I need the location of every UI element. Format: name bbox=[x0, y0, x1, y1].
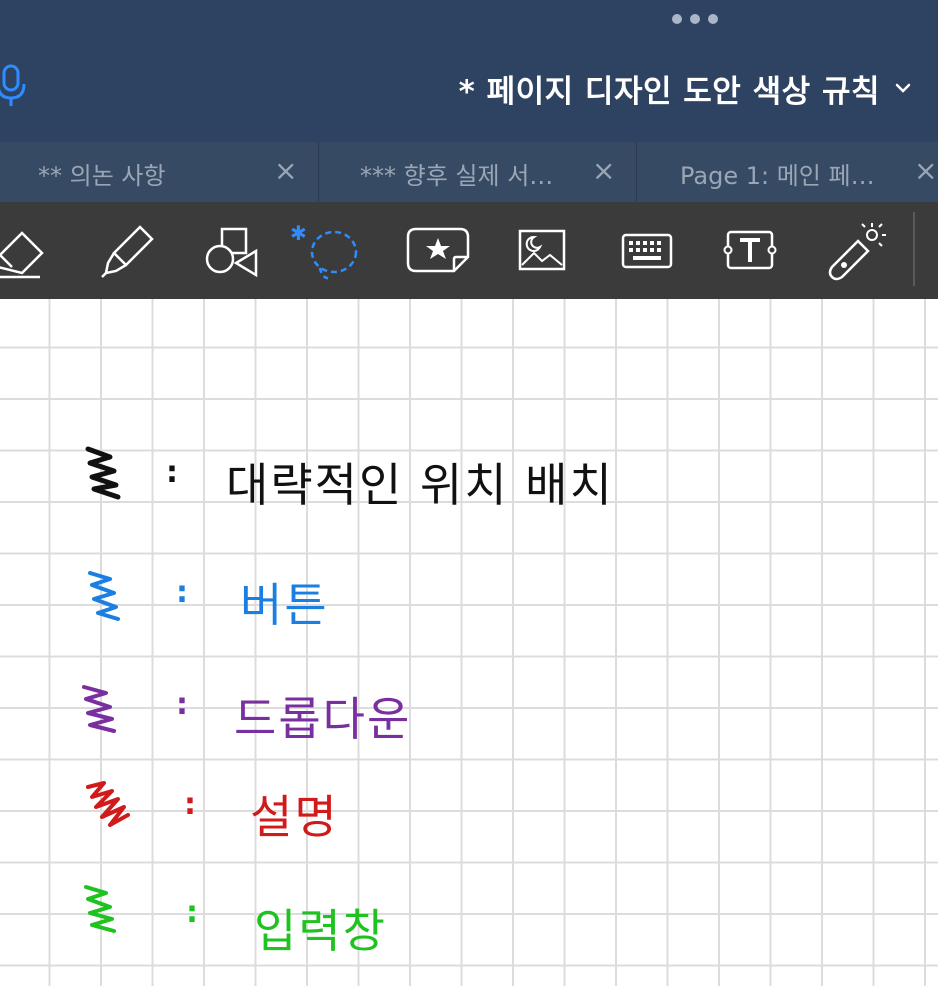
legend-label: 설명 bbox=[250, 790, 339, 844]
scribble-swatch bbox=[84, 885, 116, 933]
title-bar: * 페이지 디자인 도안 색상 규칙 bbox=[0, 0, 938, 142]
scribble-swatch bbox=[88, 571, 120, 621]
legend-colon: : bbox=[166, 455, 178, 490]
tab-label: *** 향후 실제 서… bbox=[360, 162, 554, 190]
scribble-swatch bbox=[86, 781, 130, 827]
scribble-swatch bbox=[82, 685, 116, 733]
chevron-down-icon[interactable] bbox=[894, 80, 912, 99]
scribble-swatch bbox=[85, 446, 121, 500]
tab-label: Page 1: 메인 페… bbox=[680, 162, 875, 190]
legend-colon: : bbox=[186, 895, 198, 930]
lasso-icon[interactable]: ✱ bbox=[286, 202, 366, 299]
tab-label: ** 의논 사항 bbox=[38, 162, 166, 190]
tab-future[interactable]: *** 향후 실제 서… × bbox=[318, 142, 637, 202]
sticker-icon[interactable] bbox=[404, 202, 472, 299]
svg-text:✱: ✱ bbox=[290, 221, 307, 245]
keyboard-icon[interactable] bbox=[616, 202, 678, 299]
document-title[interactable]: * 페이지 디자인 도안 색상 규칙 bbox=[459, 66, 880, 111]
notebook-canvas[interactable]: : 대략적인 위치 배치 : 버튼 : 드롭다운 : 설명 : 입력창 bbox=[0, 299, 938, 986]
tab-discussion[interactable]: ** 의논 사항 × bbox=[0, 142, 319, 202]
legend-label: 드롭다운 bbox=[234, 692, 412, 746]
legend-label: 버튼 bbox=[240, 578, 329, 632]
legend-label: 입력창 bbox=[254, 904, 387, 958]
toolbar-divider bbox=[913, 212, 915, 286]
laser-pointer-icon[interactable] bbox=[824, 202, 888, 299]
tab-page1[interactable]: Page 1: 메인 페… × bbox=[636, 142, 938, 202]
close-icon[interactable]: × bbox=[914, 156, 937, 186]
microphone-icon[interactable] bbox=[0, 64, 28, 112]
tab-bar: ** 의논 사항 × *** 향후 실제 서… × Page 1: 메인 페… … bbox=[0, 142, 938, 202]
text-box-icon[interactable] bbox=[718, 202, 782, 299]
legend-colon: : bbox=[176, 575, 188, 610]
eraser-icon[interactable] bbox=[0, 202, 60, 299]
legend-colon: : bbox=[184, 787, 196, 822]
legend-colon: : bbox=[176, 687, 188, 722]
shapes-icon[interactable] bbox=[198, 202, 262, 299]
close-icon[interactable]: × bbox=[592, 156, 615, 186]
close-icon[interactable]: × bbox=[274, 156, 297, 186]
tool-bar: ✱ bbox=[0, 202, 938, 299]
highlighter-icon[interactable] bbox=[96, 202, 160, 299]
image-icon[interactable] bbox=[512, 202, 572, 299]
more-options-icon[interactable] bbox=[672, 12, 718, 26]
legend-label: 대략적인 위치 배치 bbox=[226, 458, 614, 512]
